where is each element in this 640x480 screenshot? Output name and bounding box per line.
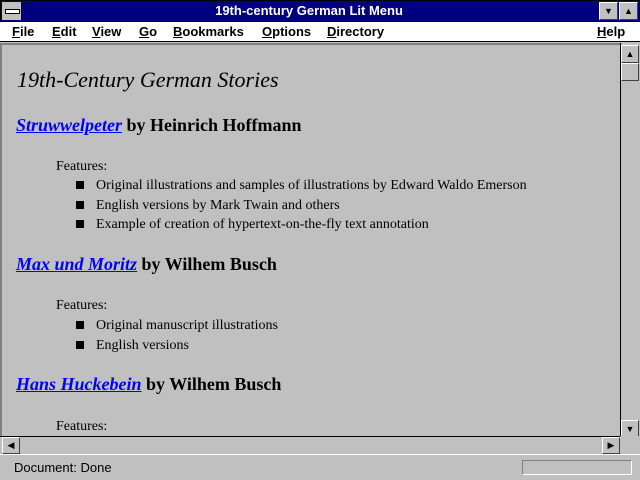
menu-file[interactable]: File <box>12 23 34 40</box>
story-link-hans-huckebein[interactable]: Hans Huckebein <box>16 374 142 394</box>
feature-list: Original manuscript illustrations Englis… <box>76 316 278 355</box>
menu-directory[interactable]: Directory <box>327 23 384 40</box>
horizontal-scrollbar[interactable]: ◀ ▶ <box>0 436 620 454</box>
bullet-icon <box>76 220 84 228</box>
features-label: Features: <box>56 298 108 313</box>
bullet-icon <box>76 181 84 189</box>
scroll-up-button[interactable]: ▲ <box>621 45 639 63</box>
menu-bookmarks-label: ookmarks <box>182 24 244 39</box>
menu-file-accelerator: F <box>12 24 20 39</box>
story-heading-struwwelpeter: Struwwelpeter by Heinrich Hoffmann <box>16 114 302 136</box>
bullet-icon <box>76 321 84 329</box>
story-heading-max-und-moritz: Max und Moritz by Wilhem Busch <box>16 253 277 275</box>
list-item: English versions by Mark Twain and other… <box>76 196 527 216</box>
system-menu-icon <box>5 9 20 14</box>
feature-text: English versions <box>96 337 189 353</box>
system-menu-button[interactable] <box>2 2 22 20</box>
arrow-right-icon: ▶ <box>607 440 615 450</box>
menu-go-accelerator: G <box>139 24 150 39</box>
menu-edit[interactable]: Edit <box>52 23 77 40</box>
feature-list: Original illustrations and samples of il… <box>76 176 527 235</box>
list-item: English versions <box>76 336 278 356</box>
progress-indicator <box>522 460 632 475</box>
menu-options[interactable]: Options <box>262 23 311 40</box>
menu-help-accelerator: H <box>597 24 607 39</box>
bullet-icon <box>76 200 84 209</box>
maximize-icon: ▲ <box>624 6 633 16</box>
title-bar: 19th-century German Lit Menu ▼ ▲ <box>0 0 640 22</box>
menu-go-label: o <box>149 24 158 39</box>
list-item: Original manuscript illustrations <box>76 316 278 336</box>
scrollbar-corner <box>620 436 640 454</box>
menu-bar: File Edit View Go Bookmarks Options Dire… <box>0 22 640 42</box>
menu-edit-label: dit <box>60 24 77 39</box>
feature-text: Original illustrations and samples of il… <box>96 178 527 193</box>
vertical-scroll-thumb[interactable] <box>621 63 639 81</box>
features-label: Features: <box>56 159 108 174</box>
story-heading-hans-huckebein: Hans Huckebein by Wilhem Busch <box>16 373 281 395</box>
status-text: Document: Done <box>14 460 112 475</box>
feature-text: Original manuscript illustrations <box>96 318 278 333</box>
document-view[interactable]: 19th-Century German Stories Struwwelpete… <box>0 43 620 438</box>
story-byline: by Heinrich Hoffmann <box>122 115 302 135</box>
menu-options-label: ptions <box>272 24 312 39</box>
feature-text: Example of creation of hypertext-on-the-… <box>96 217 429 232</box>
story-byline: by Wilhem Busch <box>141 374 282 394</box>
story-byline: by Wilhem Busch <box>137 254 277 274</box>
menu-options-accelerator: O <box>262 24 273 39</box>
window-title: 19th-century German Lit Menu <box>215 3 403 18</box>
list-item: Original illustrations and samples of il… <box>76 176 527 196</box>
story-link-max-und-moritz[interactable]: Max und Moritz <box>16 254 137 274</box>
menu-directory-label: irectory <box>336 24 385 39</box>
menu-help[interactable]: Help <box>597 23 625 40</box>
menu-file-label: ile <box>19 24 35 39</box>
menu-bookmarks[interactable]: Bookmarks <box>173 23 244 40</box>
page-title: 19th-Century German Stories <box>17 67 279 92</box>
features-label: Features: <box>56 419 108 434</box>
menu-go[interactable]: Go <box>139 23 157 40</box>
menu-bookmarks-accelerator: B <box>173 24 183 39</box>
bullet-icon <box>76 340 84 349</box>
arrow-down-icon: ▼ <box>625 424 635 434</box>
arrow-up-icon: ▲ <box>625 49 635 59</box>
menu-view[interactable]: View <box>92 23 121 40</box>
arrow-left-icon: ◀ <box>7 440 15 450</box>
menu-edit-accelerator: E <box>52 24 61 39</box>
vertical-scrollbar[interactable]: ▲ ▼ <box>620 43 640 438</box>
list-item: Example of creation of hypertext-on-the-… <box>76 215 527 235</box>
menu-view-label: iew <box>100 24 122 39</box>
scroll-right-button[interactable]: ▶ <box>602 437 620 454</box>
menu-directory-accelerator: D <box>327 24 337 39</box>
minimize-button[interactable]: ▼ <box>599 2 618 20</box>
scroll-left-button[interactable]: ◀ <box>2 437 20 454</box>
feature-text: English versions by Mark Twain and other… <box>96 197 340 213</box>
minimize-icon: ▼ <box>604 6 613 16</box>
status-bar: Document: Done <box>0 454 640 480</box>
story-link-struwwelpeter[interactable]: Struwwelpeter <box>16 115 122 135</box>
menu-help-label: elp <box>606 24 626 39</box>
maximize-button[interactable]: ▲ <box>619 2 638 20</box>
